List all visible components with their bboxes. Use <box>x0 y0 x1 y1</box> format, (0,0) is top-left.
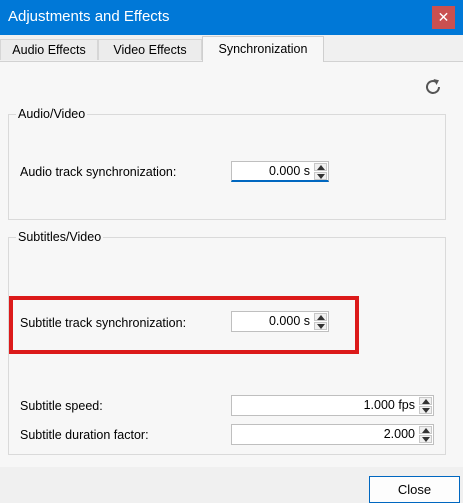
window-title: Adjustments and Effects <box>8 8 170 25</box>
subtitle-speed-label: Subtitle speed: <box>20 399 103 413</box>
refresh-icon[interactable] <box>422 76 444 98</box>
tab-video-effects[interactable]: Video Effects <box>98 39 202 60</box>
subtitle-duration-value: 2.000 <box>383 427 415 441</box>
tab-bar: Audio Effects Video Effects Synchronizat… <box>0 35 463 62</box>
subtitle-speed-value: 1.000 fps <box>363 398 415 412</box>
highlight-box <box>9 296 359 354</box>
subtitle-duration-down-arrow-icon[interactable] <box>419 435 432 443</box>
subtitle-duration-spinbox[interactable]: 2.000 <box>231 424 434 445</box>
subtitle-speed-up-arrow-icon[interactable] <box>419 397 432 405</box>
title-bar: Adjustments and Effects ✕ <box>0 0 463 35</box>
subtitle-duration-stepper <box>419 426 432 443</box>
audio-sync-up-arrow-icon[interactable] <box>314 163 327 171</box>
audio-sync-value: 0.000 s <box>268 164 310 178</box>
audio-sync-down-arrow-icon[interactable] <box>314 172 327 180</box>
tab-synchronization[interactable]: Synchronization <box>202 36 324 62</box>
subtitle-speed-down-arrow-icon[interactable] <box>419 406 432 414</box>
close-button[interactable]: Close <box>369 476 460 503</box>
subtitle-speed-spinbox[interactable]: 1.000 fps <box>231 395 434 416</box>
subtitle-duration-label: Subtitle duration factor: <box>20 428 149 442</box>
window-close-button[interactable]: ✕ <box>432 6 455 29</box>
tab-audio-effects[interactable]: Audio Effects <box>0 39 98 60</box>
subtitle-speed-stepper <box>419 397 432 414</box>
subtitles-video-group-title: Subtitles/Video <box>16 230 104 244</box>
audio-sync-label: Audio track synchronization: <box>20 165 177 179</box>
subtitle-duration-up-arrow-icon[interactable] <box>419 426 432 434</box>
audio-sync-spinbox[interactable]: 0.000 s <box>231 161 329 182</box>
audio-sync-stepper <box>314 163 327 180</box>
audio-video-group-title: Audio/Video <box>16 107 88 121</box>
